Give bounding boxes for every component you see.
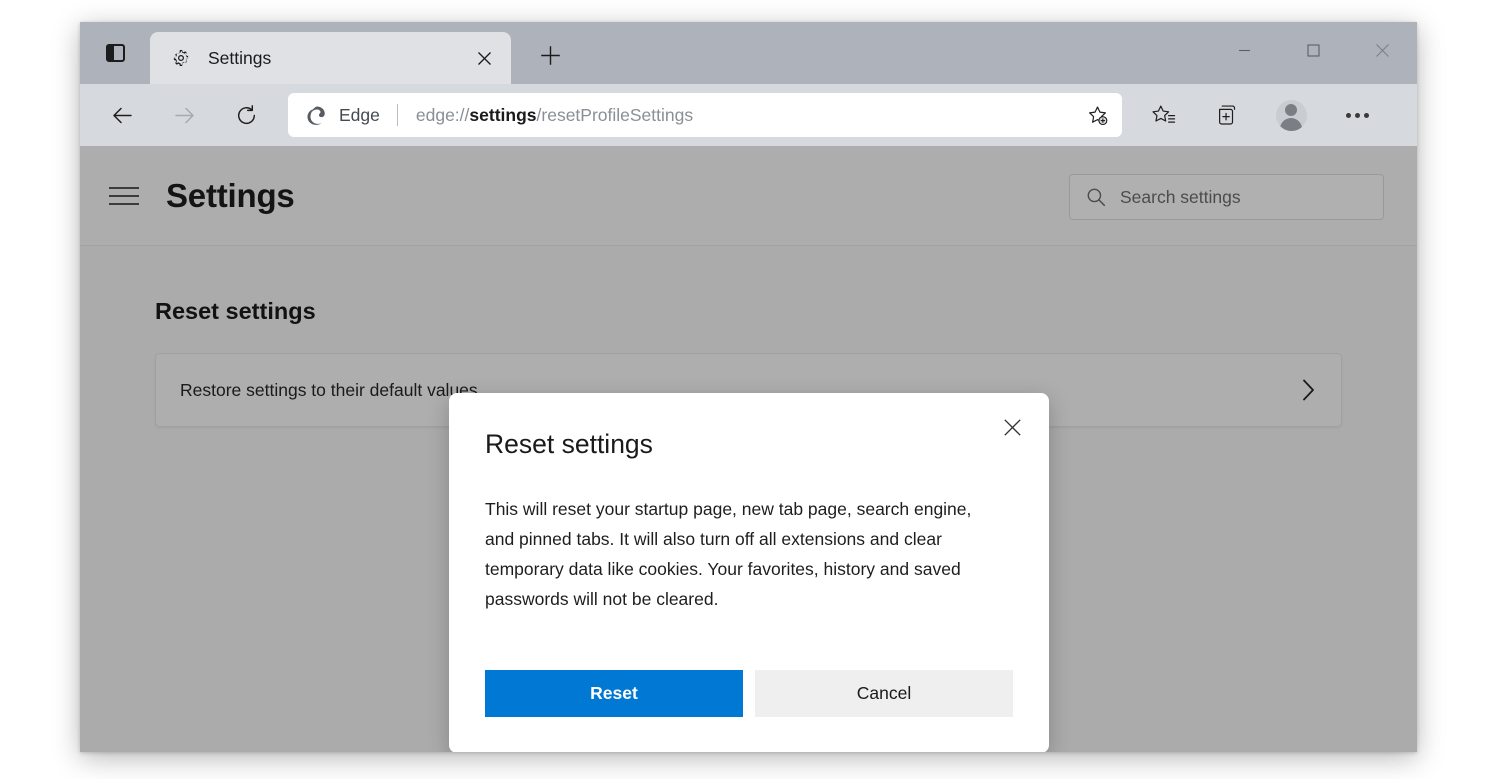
refresh-button[interactable] bbox=[226, 95, 266, 135]
chevron-right-icon bbox=[1300, 377, 1317, 403]
browser-window: Settings Edge edge://settings/resetProfi… bbox=[80, 22, 1417, 752]
tab-settings[interactable]: Settings bbox=[150, 32, 511, 84]
title-bar: Settings bbox=[80, 22, 1417, 84]
settings-page: Settings Search settings Reset settings … bbox=[80, 146, 1417, 752]
avatar bbox=[1275, 99, 1307, 131]
forward-button[interactable] bbox=[164, 95, 204, 135]
menu-button[interactable] bbox=[109, 179, 143, 213]
add-favorite-button[interactable] bbox=[1080, 98, 1114, 132]
favorites-button[interactable] bbox=[1142, 94, 1184, 136]
close-icon bbox=[1376, 43, 1389, 57]
close-icon bbox=[1003, 418, 1021, 436]
restore-settings-label: Restore settings to their default values bbox=[180, 379, 478, 400]
section-title: Reset settings bbox=[155, 298, 316, 324]
page-title: Settings bbox=[166, 176, 295, 214]
minimize-icon bbox=[1239, 49, 1250, 51]
close-icon bbox=[477, 51, 491, 65]
star-plus-icon bbox=[1088, 105, 1107, 125]
cancel-button[interactable]: Cancel bbox=[755, 670, 1013, 717]
dialog-close-button[interactable] bbox=[995, 410, 1029, 444]
maximize-button[interactable] bbox=[1279, 22, 1348, 78]
favorites-icon bbox=[1151, 104, 1175, 123]
gear-icon bbox=[173, 50, 189, 66]
reset-button[interactable]: Reset bbox=[485, 670, 743, 717]
refresh-icon bbox=[237, 104, 255, 124]
settings-and-more-button[interactable] bbox=[1336, 94, 1378, 136]
address-bar[interactable]: Edge edge://settings/resetProfileSetting… bbox=[288, 93, 1122, 137]
dialog-button-row: Reset Cancel bbox=[485, 670, 1013, 717]
address-separator bbox=[396, 104, 398, 126]
profile-button[interactable] bbox=[1270, 94, 1312, 136]
search-icon bbox=[1087, 188, 1106, 207]
settings-header: Settings Search settings bbox=[80, 146, 1417, 246]
edge-brand-label: Edge bbox=[339, 104, 380, 125]
arrow-right-icon bbox=[174, 107, 194, 123]
minimize-button[interactable] bbox=[1210, 22, 1279, 78]
dialog-body-text: This will reset your startup page, new t… bbox=[485, 499, 972, 609]
tab-close-button[interactable] bbox=[471, 45, 497, 71]
hamburger-icon bbox=[109, 186, 139, 189]
search-input[interactable]: Search settings bbox=[1120, 187, 1241, 208]
dialog-title: Reset settings bbox=[485, 429, 653, 459]
collections-icon bbox=[1218, 104, 1235, 125]
window-controls bbox=[1210, 22, 1417, 78]
arrow-left-icon bbox=[112, 107, 132, 123]
browser-toolbar: Edge edge://settings/resetProfileSetting… bbox=[80, 84, 1417, 146]
tab-actions-button[interactable] bbox=[96, 34, 134, 72]
tab-label: Settings bbox=[208, 47, 272, 68]
maximize-icon bbox=[1307, 43, 1320, 57]
collections-button[interactable] bbox=[1206, 94, 1248, 136]
search-settings-box[interactable]: Search settings bbox=[1069, 174, 1384, 220]
new-tab-button[interactable] bbox=[530, 37, 570, 73]
back-button[interactable] bbox=[102, 95, 142, 135]
edge-logo-icon bbox=[307, 105, 325, 125]
ellipsis-icon bbox=[1345, 112, 1369, 118]
vertical-tabs-icon bbox=[105, 44, 125, 62]
plus-icon bbox=[540, 45, 560, 65]
reset-settings-dialog: Reset settings This will reset your star… bbox=[449, 393, 1049, 752]
close-window-button[interactable] bbox=[1348, 22, 1417, 78]
url-text: edge://settings/resetProfileSettings bbox=[415, 104, 694, 125]
